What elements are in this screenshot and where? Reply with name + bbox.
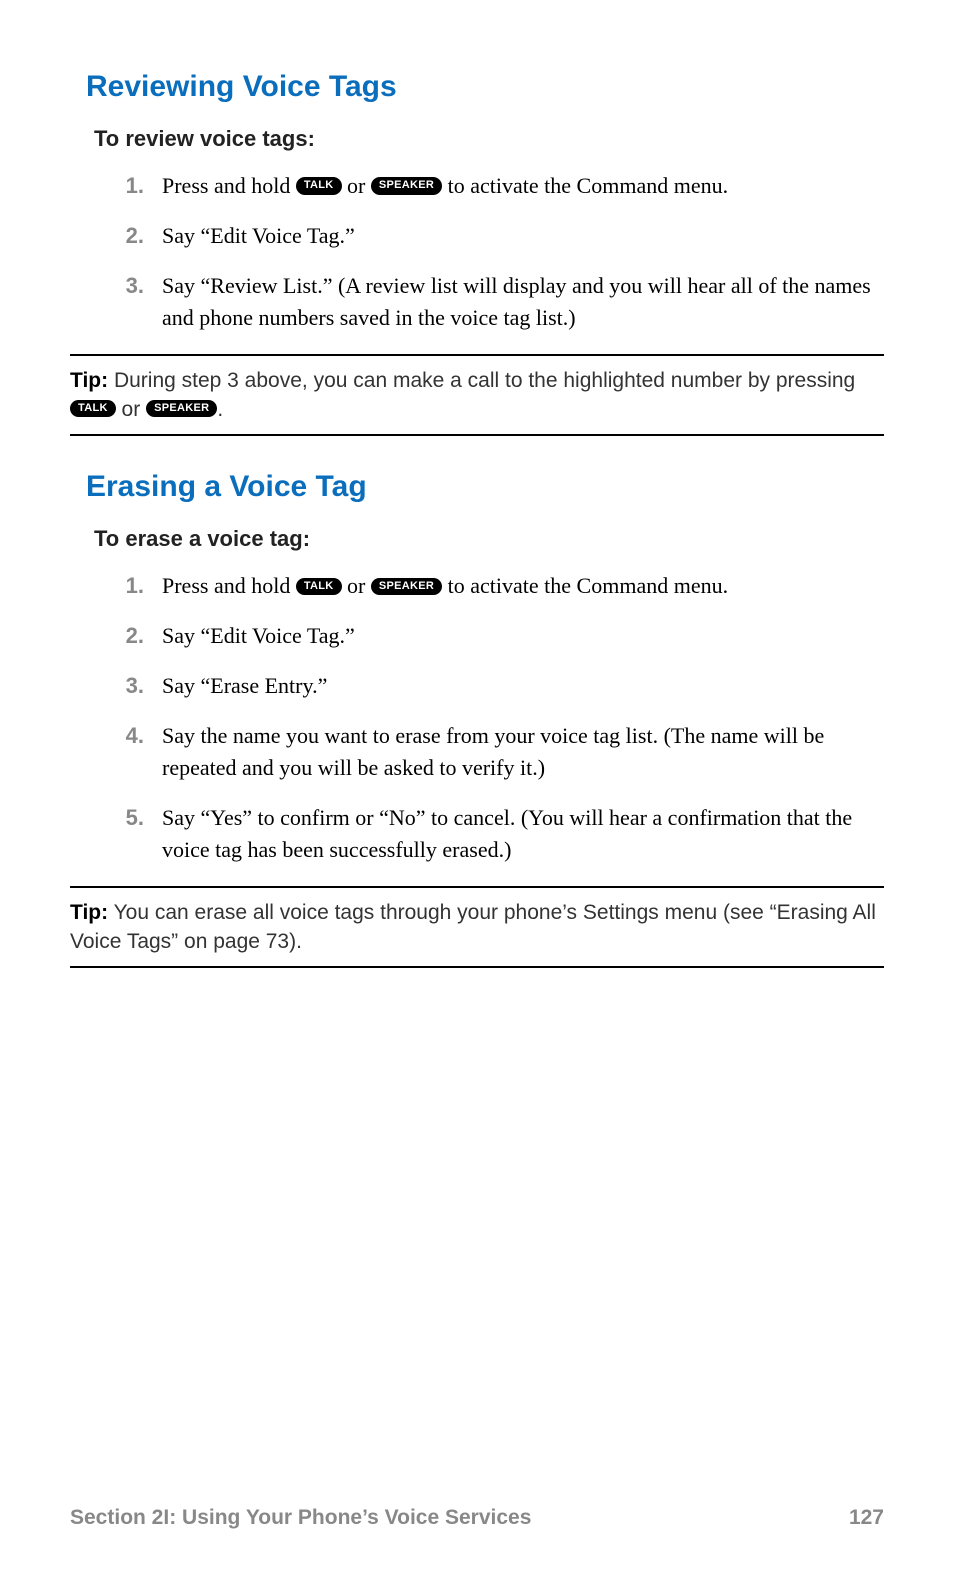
speaker-button-icon: SPEAKER <box>146 400 217 417</box>
step-body: Say “Edit Voice Tag.” <box>162 220 882 252</box>
step-text: Press and hold <box>162 573 296 598</box>
step-body: Say “Yes” to confirm or “No” to cancel. … <box>162 802 882 866</box>
footer-page-number: 127 <box>849 1506 884 1530</box>
step-item: 3. Say “Erase Entry.” <box>86 670 882 702</box>
tip-text: During step 3 above, you can make a call… <box>108 369 855 392</box>
tip-text: You can erase all voice tags through you… <box>70 901 876 953</box>
step-text: or <box>342 173 371 198</box>
step-text: or <box>342 573 371 598</box>
step-item: 1. Press and hold TALK or SPEAKER to act… <box>86 570 882 602</box>
tip-text: . <box>217 398 223 421</box>
subheading-erase: To erase a voice tag: <box>94 526 882 552</box>
step-body: Say the name you want to erase from your… <box>162 720 882 784</box>
step-number: 2. <box>86 220 144 252</box>
step-number: 3. <box>86 670 144 702</box>
tip-label: Tip: <box>70 901 108 924</box>
step-text: to activate the Command menu. <box>442 573 728 598</box>
step-body: Say “Erase Entry.” <box>162 670 882 702</box>
step-number: 2. <box>86 620 144 652</box>
step-body: Say “Review List.” (A review list will d… <box>162 270 882 334</box>
talk-button-icon: TALK <box>70 400 116 417</box>
step-number: 1. <box>86 170 144 202</box>
speaker-button-icon: SPEAKER <box>371 177 442 194</box>
step-item: 3. Say “Review List.” (A review list wil… <box>86 270 882 334</box>
heading-reviewing-voice-tags: Reviewing Voice Tags <box>86 70 882 104</box>
step-body: Say “Edit Voice Tag.” <box>162 620 882 652</box>
speaker-button-icon: SPEAKER <box>371 578 442 595</box>
step-item: 4. Say the name you want to erase from y… <box>86 720 882 784</box>
step-item: 5. Say “Yes” to confirm or “No” to cance… <box>86 802 882 866</box>
talk-button-icon: TALK <box>296 177 342 194</box>
tip-label: Tip: <box>70 369 108 392</box>
step-item: 1. Press and hold TALK or SPEAKER to act… <box>86 170 882 202</box>
tip-box-review: Tip: During step 3 above, you can make a… <box>70 354 884 437</box>
heading-erasing-voice-tag: Erasing a Voice Tag <box>86 470 882 504</box>
tip-text: or <box>116 398 146 421</box>
step-text: to activate the Command menu. <box>442 173 728 198</box>
steps-erase: 1. Press and hold TALK or SPEAKER to act… <box>86 570 882 865</box>
step-item: 2. Say “Edit Voice Tag.” <box>86 220 882 252</box>
step-body: Press and hold TALK or SPEAKER to activa… <box>162 170 882 202</box>
step-number: 1. <box>86 570 144 602</box>
tip-box-erase: Tip: You can erase all voice tags throug… <box>70 886 884 969</box>
step-number: 4. <box>86 720 144 752</box>
step-number: 3. <box>86 270 144 302</box>
steps-review: 1. Press and hold TALK or SPEAKER to act… <box>86 170 882 334</box>
talk-button-icon: TALK <box>296 578 342 595</box>
step-body: Press and hold TALK or SPEAKER to activa… <box>162 570 882 602</box>
step-text: Press and hold <box>162 173 296 198</box>
step-item: 2. Say “Edit Voice Tag.” <box>86 620 882 652</box>
footer-section-label: Section 2I: Using Your Phone’s Voice Ser… <box>70 1506 531 1530</box>
page-footer: Section 2I: Using Your Phone’s Voice Ser… <box>70 1506 884 1530</box>
step-number: 5. <box>86 802 144 834</box>
subheading-review: To review voice tags: <box>94 126 882 152</box>
